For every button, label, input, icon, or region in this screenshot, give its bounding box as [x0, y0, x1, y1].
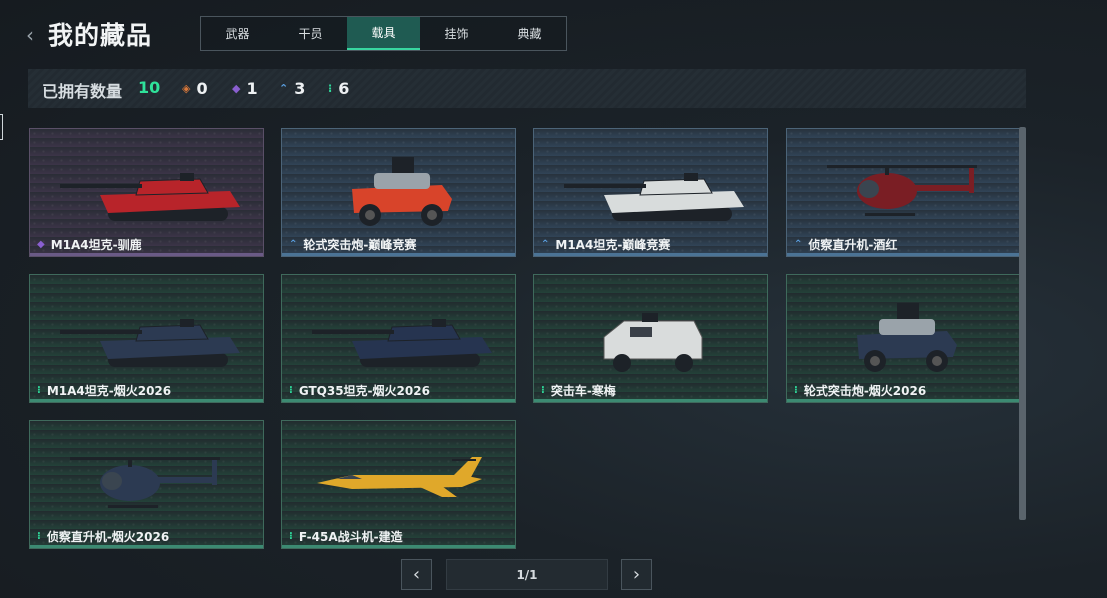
vehicle-card[interactable]: ⌃ 侦察直升机-酒红 [786, 128, 1021, 257]
vehicle-card-label: ⁝ F-45A战斗机-建造 [289, 528, 403, 545]
vehicle-card-label: ⁝ 轮式突击炮-烟火2026 [794, 382, 926, 399]
vehicle-image [60, 173, 240, 221]
vehicle-card[interactable]: ◆ M1A4坦克-驯鹿 [29, 128, 264, 257]
tier-green-count: ⁝ 6 [328, 79, 350, 98]
vehicle-image [312, 319, 492, 367]
owned-count-bar: 已拥有数量 10 ◈ 0 ◆ 1 ⌃ 3 ⁝ 6 [28, 69, 1026, 108]
rarity-bar [282, 399, 515, 402]
vehicle-card[interactable]: ⁝ M1A4坦克-烟火2026 [29, 274, 264, 403]
tier-blue-count: ⌃ 3 [279, 79, 306, 98]
vehicle-card-label: ⁝ 突击车-寒梅 [541, 382, 616, 399]
blue-rarity-icon: ⌃ [794, 238, 803, 250]
purple-rarity-icon: ◆ [37, 238, 45, 250]
chevron-left-icon: ‹ [412, 564, 421, 585]
tab-weapons[interactable]: 武器 [201, 17, 274, 50]
rarity-bar [787, 399, 1020, 402]
green-rarity-icon: ⁝ [794, 384, 798, 396]
vehicle-image [352, 157, 452, 226]
back-button[interactable]: ‹ [26, 24, 40, 46]
tab-vehicles[interactable]: 载具 [347, 17, 420, 50]
vehicle-name: F-45A战斗机-建造 [298, 530, 403, 544]
vehicle-card-label: ⌃ M1A4坦克-巅峰竞赛 [541, 236, 670, 253]
owned-count-total: 10 [138, 78, 161, 97]
vehicle-image [827, 165, 977, 216]
rarity-bar [282, 545, 515, 548]
vehicle-card[interactable]: ⁝ F-45A战斗机-建造 [281, 420, 516, 549]
rarity-bar [282, 253, 515, 256]
vehicle-card[interactable]: ⁝ 侦察直升机-烟火2026 [29, 420, 264, 549]
vehicle-card[interactable]: ⁝ 突击车-寒梅 [533, 274, 768, 403]
vehicle-card-label: ⁝ M1A4坦克-烟火2026 [37, 382, 171, 399]
vehicle-image [317, 457, 482, 497]
green-rarity-icon: ⁝ [541, 384, 545, 396]
vehicle-name: 侦察直升机-烟火2026 [46, 530, 170, 544]
next-page-button[interactable]: › [621, 559, 652, 590]
vehicle-name: GTQ35坦克-烟火2026 [298, 384, 430, 398]
vehicle-card[interactable]: ⌃ M1A4坦克-巅峰竞赛 [533, 128, 768, 257]
tier-orange-count: ◈ 0 [182, 79, 208, 98]
vehicle-name: 突击车-寒梅 [550, 384, 616, 398]
chevron-right-icon: › [632, 564, 641, 585]
page-indicator: 1/1 [446, 559, 608, 590]
green-dots-icon: ⁝ [328, 82, 333, 95]
tier-purple-count: ◆ 1 [232, 79, 258, 98]
vehicle-name: M1A4坦克-烟火2026 [46, 384, 172, 398]
blue-rarity-icon: ⌃ [289, 238, 298, 250]
vehicle-name: 侦察直升机-酒红 [808, 238, 898, 252]
green-rarity-icon: ⁝ [289, 530, 293, 542]
vehicle-card[interactable]: ⁝ 轮式突击炮-烟火2026 [786, 274, 1021, 403]
orange-diamond-icon: ◈ [182, 82, 191, 95]
tab-charms[interactable]: 挂饰 [420, 17, 493, 50]
prev-page-button[interactable]: ‹ [401, 559, 432, 590]
green-rarity-icon: ⁝ [37, 384, 41, 396]
vehicle-card-label: ⌃ 侦察直升机-酒红 [794, 236, 897, 253]
rarity-bar [534, 399, 767, 402]
scrollbar[interactable] [1019, 127, 1026, 520]
vehicle-name: M1A4坦克-驯鹿 [50, 238, 142, 252]
purple-diamond-icon: ◆ [232, 82, 241, 95]
vehicle-image [857, 303, 957, 372]
rarity-bar [30, 253, 263, 256]
vehicle-image [60, 319, 240, 367]
vehicle-image [603, 313, 703, 372]
vehicle-card-label: ⁝ 侦察直升机-烟火2026 [37, 528, 169, 545]
vehicle-card[interactable]: ⁝ GTQ35坦克-烟火2026 [281, 274, 516, 403]
tab-operators[interactable]: 干员 [274, 17, 347, 50]
vehicle-image [70, 457, 220, 508]
vehicle-card-label: ⌃ 轮式突击炮-巅峰竞赛 [289, 236, 416, 253]
vehicle-name: 轮式突击炮-巅峰竞赛 [303, 238, 417, 252]
tab-collection[interactable]: 典藏 [493, 17, 566, 50]
rarity-bar [534, 253, 767, 256]
side-edge-marker [0, 114, 3, 140]
green-rarity-icon: ⁝ [37, 530, 41, 542]
vehicle-card-label: ◆ M1A4坦克-驯鹿 [37, 236, 142, 253]
blue-rarity-icon: ⌃ [541, 238, 550, 250]
chevron-left-icon: ‹ [26, 23, 34, 47]
green-rarity-icon: ⁝ [289, 384, 293, 396]
vehicle-image [564, 173, 744, 221]
rarity-bar [30, 399, 263, 402]
collection-screen: ‹ 我的藏品 武器 干员 载具 挂饰 典藏 已拥有数量 10 ◈ 0 ◆ 1 ⌃ 3 … [0, 0, 1107, 598]
rarity-bar [787, 253, 1020, 256]
rarity-bar [30, 545, 263, 548]
blue-chevron-icon: ⌃ [279, 82, 289, 95]
category-tabs: 武器 干员 载具 挂饰 典藏 [200, 16, 567, 51]
vehicle-card-label: ⁝ GTQ35坦克-烟火2026 [289, 382, 430, 399]
page-title: 我的藏品 [48, 21, 153, 50]
vehicle-name: M1A4坦克-巅峰竞赛 [555, 238, 671, 252]
vehicle-name: 轮式突击炮-烟火2026 [803, 384, 927, 398]
vehicle-card[interactable]: ⌃ 轮式突击炮-巅峰竞赛 [281, 128, 516, 257]
owned-count-label: 已拥有数量 [42, 82, 123, 101]
